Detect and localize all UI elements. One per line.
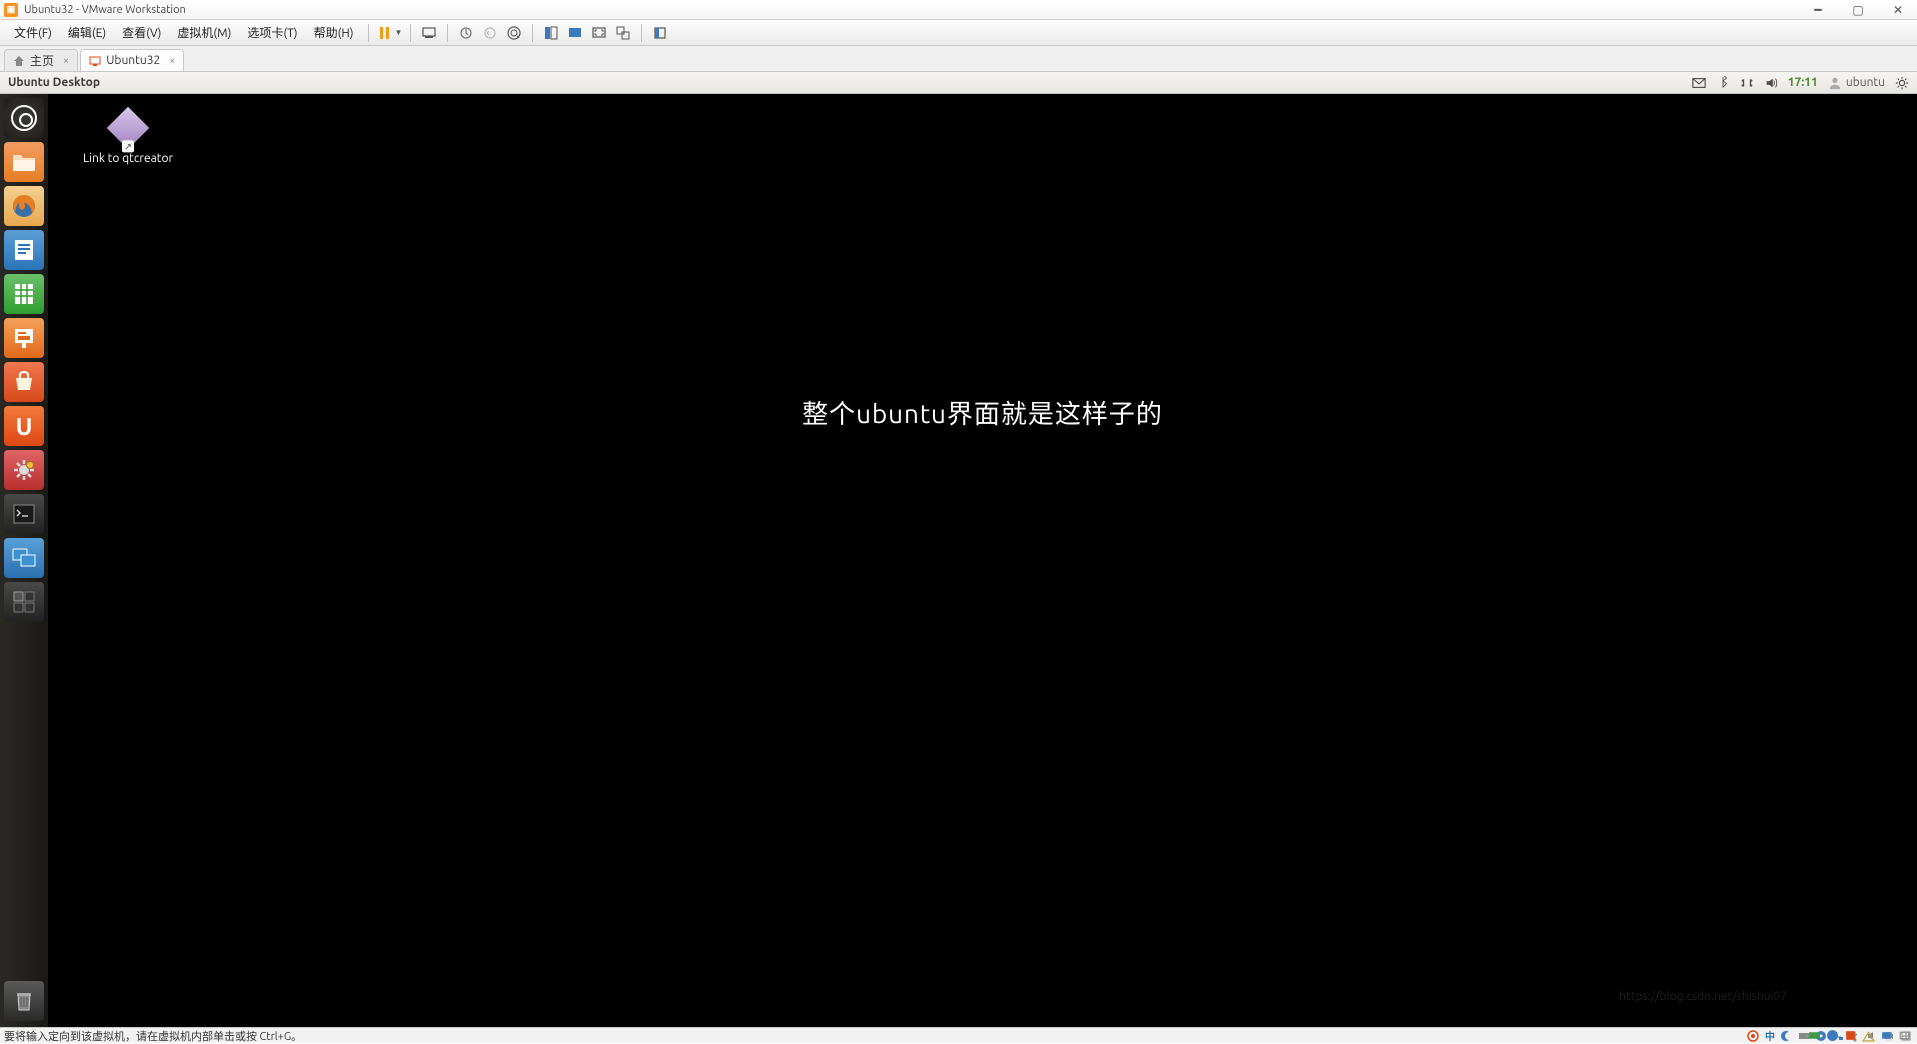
launcher-files[interactable] — [4, 142, 44, 182]
launcher-software-center[interactable] — [4, 362, 44, 402]
snapshot-revert-button[interactable] — [480, 23, 500, 43]
snapshot-manager-button[interactable] — [504, 23, 524, 43]
menu-file[interactable]: 文件(F) — [6, 20, 60, 45]
host-tray-peek — [1807, 1027, 1911, 1043]
toolbar-separator — [410, 24, 411, 42]
maximize-button[interactable]: ▢ — [1843, 2, 1873, 18]
tab-close-icon[interactable]: × — [169, 55, 175, 67]
launcher-dash[interactable] — [4, 98, 44, 138]
vmware-status-bar: 要将输入定向到该虚拟机，请在虚拟机内部单击或按 Ctrl+G。 中 — [0, 1027, 1917, 1043]
close-button[interactable]: ✕ — [1883, 2, 1913, 18]
panel-title: Ubuntu Desktop — [8, 76, 1692, 89]
vm-icon — [89, 55, 101, 67]
qtcreator-icon: ↗ — [108, 108, 148, 148]
session-gear-icon[interactable] — [1895, 76, 1909, 90]
tray-icon[interactable] — [1825, 1028, 1839, 1042]
toolbar-separator — [532, 24, 533, 42]
annotation-text: 整个ubuntu界面就是这样子的 — [802, 394, 1163, 431]
status-hint: 要将输入定向到该虚拟机，请在虚拟机内部单击或按 Ctrl+G。 — [4, 1028, 1746, 1044]
tray-icon[interactable] — [1861, 1028, 1875, 1042]
user-indicator[interactable]: ubuntu — [1828, 76, 1885, 90]
tray-icon[interactable] — [1843, 1028, 1857, 1042]
vmware-app-icon: ▣ — [4, 3, 18, 17]
clock[interactable]: 17:11 — [1788, 76, 1818, 89]
snapshot-button[interactable] — [456, 23, 476, 43]
minimize-button[interactable]: ━ — [1803, 2, 1833, 18]
menu-edit[interactable]: 编辑(E) — [60, 20, 114, 45]
launcher-firefox[interactable] — [4, 186, 44, 226]
desktop-icon-label: Link to qtcreator — [68, 152, 188, 165]
tab-ubuntu32-label: Ubuntu32 — [106, 54, 160, 67]
launcher-settings[interactable] — [4, 450, 44, 490]
mail-indicator-icon[interactable] — [1692, 76, 1706, 90]
menu-help[interactable]: 帮助(H) — [306, 20, 362, 45]
sound-icon[interactable] — [1764, 76, 1778, 90]
console-view-button[interactable] — [541, 23, 561, 43]
home-icon — [13, 55, 25, 67]
network-icon[interactable] — [1740, 76, 1754, 90]
ubuntu-desktop[interactable]: ↗ Link to qtcreator 整个ubuntu界面就是这样子的 — [48, 94, 1917, 1027]
tab-close-icon[interactable]: × — [63, 55, 69, 67]
tab-home-label: 主页 — [30, 52, 54, 69]
vmware-menubar: 文件(F) 编辑(E) 查看(V) 虚拟机(M) 选项卡(T) 帮助(H) ▼ — [0, 20, 1917, 46]
ubuntu-top-panel: Ubuntu Desktop 17:11 ubuntu — [0, 72, 1917, 94]
vmware-tabs-bar: 主页 × Ubuntu32 × — [0, 46, 1917, 72]
ubuntu-one-label: U — [16, 413, 33, 440]
fullscreen-button[interactable] — [589, 23, 609, 43]
launcher-workspace-switcher[interactable] — [4, 582, 44, 622]
tray-icon[interactable] — [1807, 1028, 1821, 1042]
tray-icon[interactable] — [1897, 1028, 1911, 1042]
bluetooth-icon[interactable] — [1716, 76, 1730, 90]
username-label: ubuntu — [1846, 76, 1885, 89]
window-controls: ━ ▢ ✕ — [1803, 2, 1913, 18]
unity-launcher: U — [0, 94, 48, 1027]
menu-view[interactable]: 查看(V) — [114, 20, 169, 45]
view-single-button[interactable] — [565, 23, 585, 43]
toolbar-separator — [641, 24, 642, 42]
unity-mode-button[interactable] — [613, 23, 633, 43]
ime-label[interactable]: 中 — [1763, 1030, 1777, 1042]
launcher-impress[interactable] — [4, 318, 44, 358]
vmware-titlebar: ▣ Ubuntu32 - VMware Workstation ━ ▢ ✕ — [0, 0, 1917, 20]
tab-ubuntu32[interactable]: Ubuntu32 × — [80, 49, 184, 71]
user-icon — [1828, 76, 1842, 90]
pause-vm-button[interactable]: ▼ — [377, 27, 403, 39]
tray-icon[interactable] — [1879, 1028, 1893, 1042]
status-tools-icon[interactable] — [1746, 1030, 1760, 1042]
send-ctrl-alt-del-button[interactable] — [419, 23, 439, 43]
tab-home[interactable]: 主页 × — [4, 49, 78, 71]
launcher-writer[interactable] — [4, 230, 44, 270]
window-title: Ubuntu32 - VMware Workstation — [24, 4, 1803, 16]
library-button[interactable] — [650, 23, 670, 43]
menu-tabs[interactable]: 选项卡(T) — [239, 20, 305, 45]
launcher-trash[interactable] — [4, 981, 44, 1021]
toolbar-separator — [368, 24, 369, 42]
panel-indicators: 17:11 ubuntu — [1692, 76, 1909, 90]
launcher-calc[interactable] — [4, 274, 44, 314]
launcher-ubuntu-one[interactable]: U — [4, 406, 44, 446]
launcher-terminal[interactable] — [4, 494, 44, 534]
toolbar-separator — [447, 24, 448, 42]
menu-vm[interactable]: 虚拟机(M) — [169, 20, 239, 45]
vm-display-area[interactable]: U ↗ Link to qtcreator 整个ubuntu界面就是这样子的 h… — [0, 94, 1917, 1027]
status-moon-icon[interactable] — [1780, 1030, 1794, 1042]
shortcut-badge-icon: ↗ — [122, 140, 134, 152]
launcher-displays[interactable] — [4, 538, 44, 578]
desktop-icon-qtcreator[interactable]: ↗ Link to qtcreator — [68, 108, 188, 165]
